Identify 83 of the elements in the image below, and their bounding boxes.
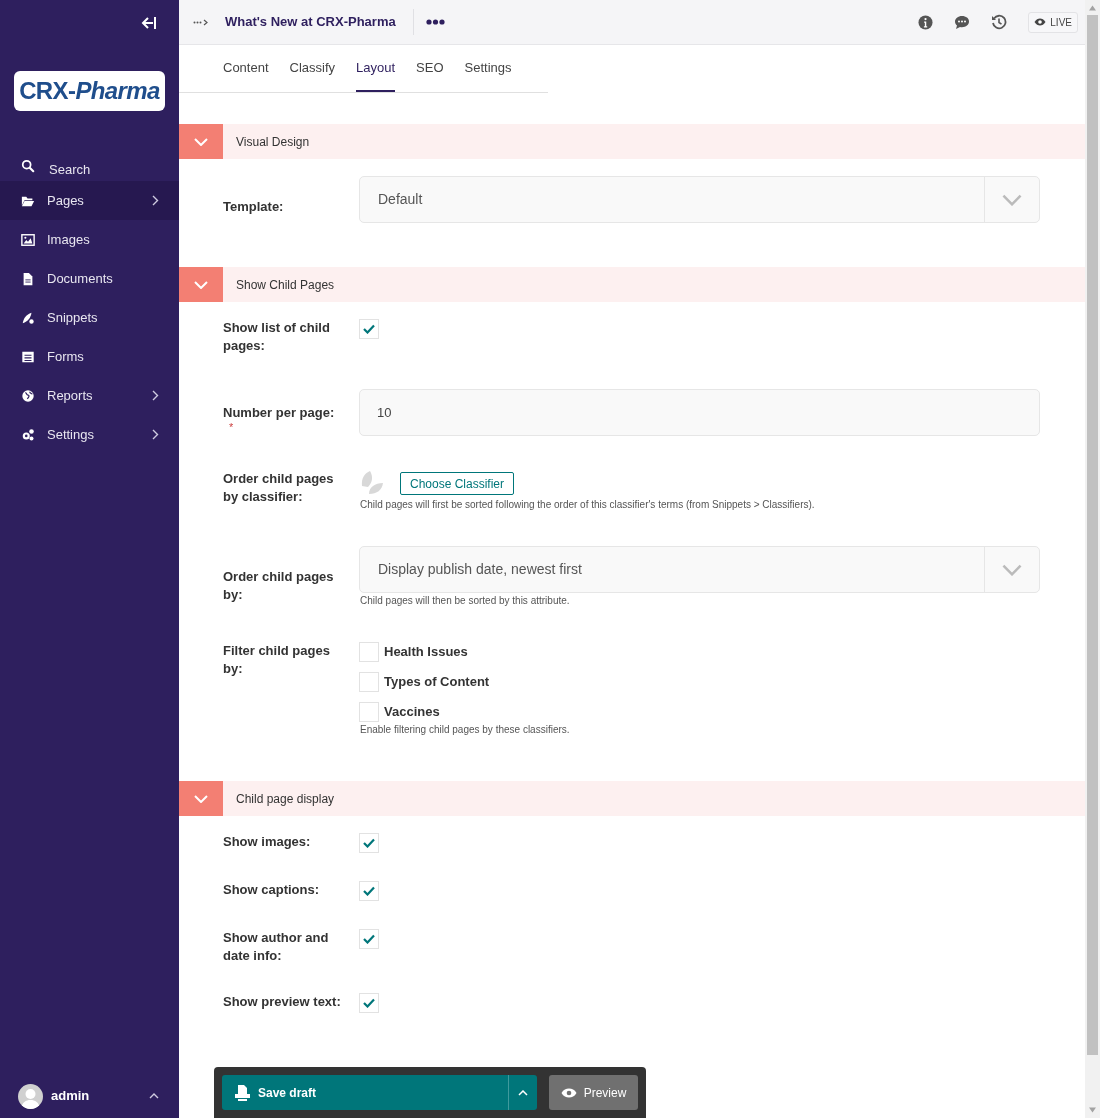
section-title: Visual Design — [236, 133, 310, 151]
help-text: Child pages will first be sorted following the order of this classifier's terms (from Snippets > Classifiers). — [360, 498, 816, 512]
field-label: Order child pages by classifier: — [223, 470, 335, 506]
tab[interactable]: Settings — [464, 45, 512, 92]
checkbox[interactable] — [359, 702, 379, 722]
field-label: Number per page: — [223, 404, 336, 422]
chevron-down-icon — [1002, 563, 1022, 576]
checkmark-icon — [363, 324, 375, 334]
checkbox[interactable] — [359, 672, 379, 692]
checkbox-label: Health Issues — [384, 643, 468, 662]
nav-item[interactable]: Snippets — [0, 298, 179, 337]
nav-item[interactable]: Reports — [0, 376, 179, 415]
field-label: Show preview text: — [223, 993, 342, 1011]
section-title: Show Child Pages — [236, 276, 335, 294]
collapse-sidebar-button[interactable] — [141, 15, 157, 30]
checkbox[interactable] — [359, 993, 379, 1013]
preview-button[interactable]: Preview — [549, 1075, 638, 1110]
gears-icon — [21, 427, 35, 442]
checkbox[interactable] — [359, 881, 379, 901]
search-icon — [21, 159, 35, 173]
list-icon — [21, 349, 35, 364]
checkbox[interactable] — [359, 642, 379, 662]
comments-icon[interactable] — [954, 14, 971, 30]
document-icon — [235, 1084, 250, 1101]
leaf-icon — [21, 310, 35, 325]
field-label: Order child pages by: — [223, 568, 335, 604]
page-title: What's New at CRX-Pharma — [225, 13, 397, 32]
field-label: Show images: — [223, 833, 312, 851]
help-text: Child pages will then be sorted by this attribute. — [360, 594, 571, 608]
field-label: Filter child pages by: — [223, 642, 331, 678]
number-input[interactable]: 10 — [359, 389, 1040, 436]
leaf-icon — [359, 470, 386, 497]
section-toggle-button[interactable] — [179, 781, 223, 816]
help-text: Enable filtering child pages by these classifiers. — [360, 723, 571, 737]
nav-item[interactable]: Search — [0, 142, 179, 181]
globe-icon — [21, 388, 35, 403]
chevron-up-icon[interactable] — [149, 1093, 159, 1099]
nav-item[interactable]: Settings — [0, 415, 179, 454]
checkbox-label: Vaccines — [384, 703, 440, 722]
chevron-down-icon — [194, 137, 208, 146]
checkbox[interactable] — [359, 319, 379, 339]
tab[interactable]: SEO — [416, 45, 444, 92]
eye-icon — [1034, 18, 1047, 26]
nav-item[interactable]: Pages — [0, 181, 179, 220]
choose-classifier-button[interactable]: Choose Classifier — [400, 472, 515, 495]
tab[interactable]: Layout — [356, 45, 396, 92]
select-field[interactable]: Display publish date, newest first — [359, 546, 1040, 593]
chevron-down-icon — [194, 280, 208, 289]
history-icon[interactable] — [991, 14, 1008, 30]
checkbox[interactable] — [359, 929, 379, 949]
select-field[interactable]: Default — [359, 176, 1040, 223]
info-icon[interactable] — [918, 14, 934, 30]
checkbox[interactable] — [359, 833, 379, 853]
field-label: Template: — [223, 198, 285, 216]
chevron-down-icon — [194, 794, 208, 803]
document-icon — [21, 271, 35, 286]
field-label: Show list of child pages: — [223, 319, 331, 355]
chevron-down-icon — [1002, 193, 1022, 206]
nav-item[interactable]: Forms — [0, 337, 179, 376]
checkmark-icon — [363, 886, 375, 896]
breadcrumb-icon[interactable] — [193, 18, 208, 26]
nav-item[interactable]: Images — [0, 220, 179, 259]
checkmark-icon — [363, 934, 375, 944]
checkmark-icon — [363, 838, 375, 848]
section-toggle-button[interactable] — [179, 124, 223, 159]
section-toggle-button[interactable] — [179, 267, 223, 302]
required-mark: * — [229, 422, 234, 432]
user-name: admin — [51, 1087, 91, 1106]
tab[interactable]: Content — [223, 45, 269, 92]
image-icon — [21, 232, 35, 247]
field-label: Show author and date info: — [223, 929, 330, 965]
section-title: Child page display — [236, 790, 335, 808]
tab[interactable]: Classify — [289, 45, 336, 92]
checkmark-icon — [363, 998, 375, 1008]
live-button[interactable]: LIVE — [1028, 11, 1078, 33]
nav-item[interactable]: Documents — [0, 259, 179, 298]
avatar-icon — [18, 1083, 43, 1109]
logo: CRX-Pharma — [14, 71, 165, 111]
more-options-icon[interactable] — [425, 19, 445, 25]
eye-icon — [560, 1087, 577, 1098]
checkbox-label: Types of Content — [384, 673, 490, 692]
chevron-up-icon — [518, 1089, 528, 1096]
field-label: Show captions: — [223, 881, 321, 899]
